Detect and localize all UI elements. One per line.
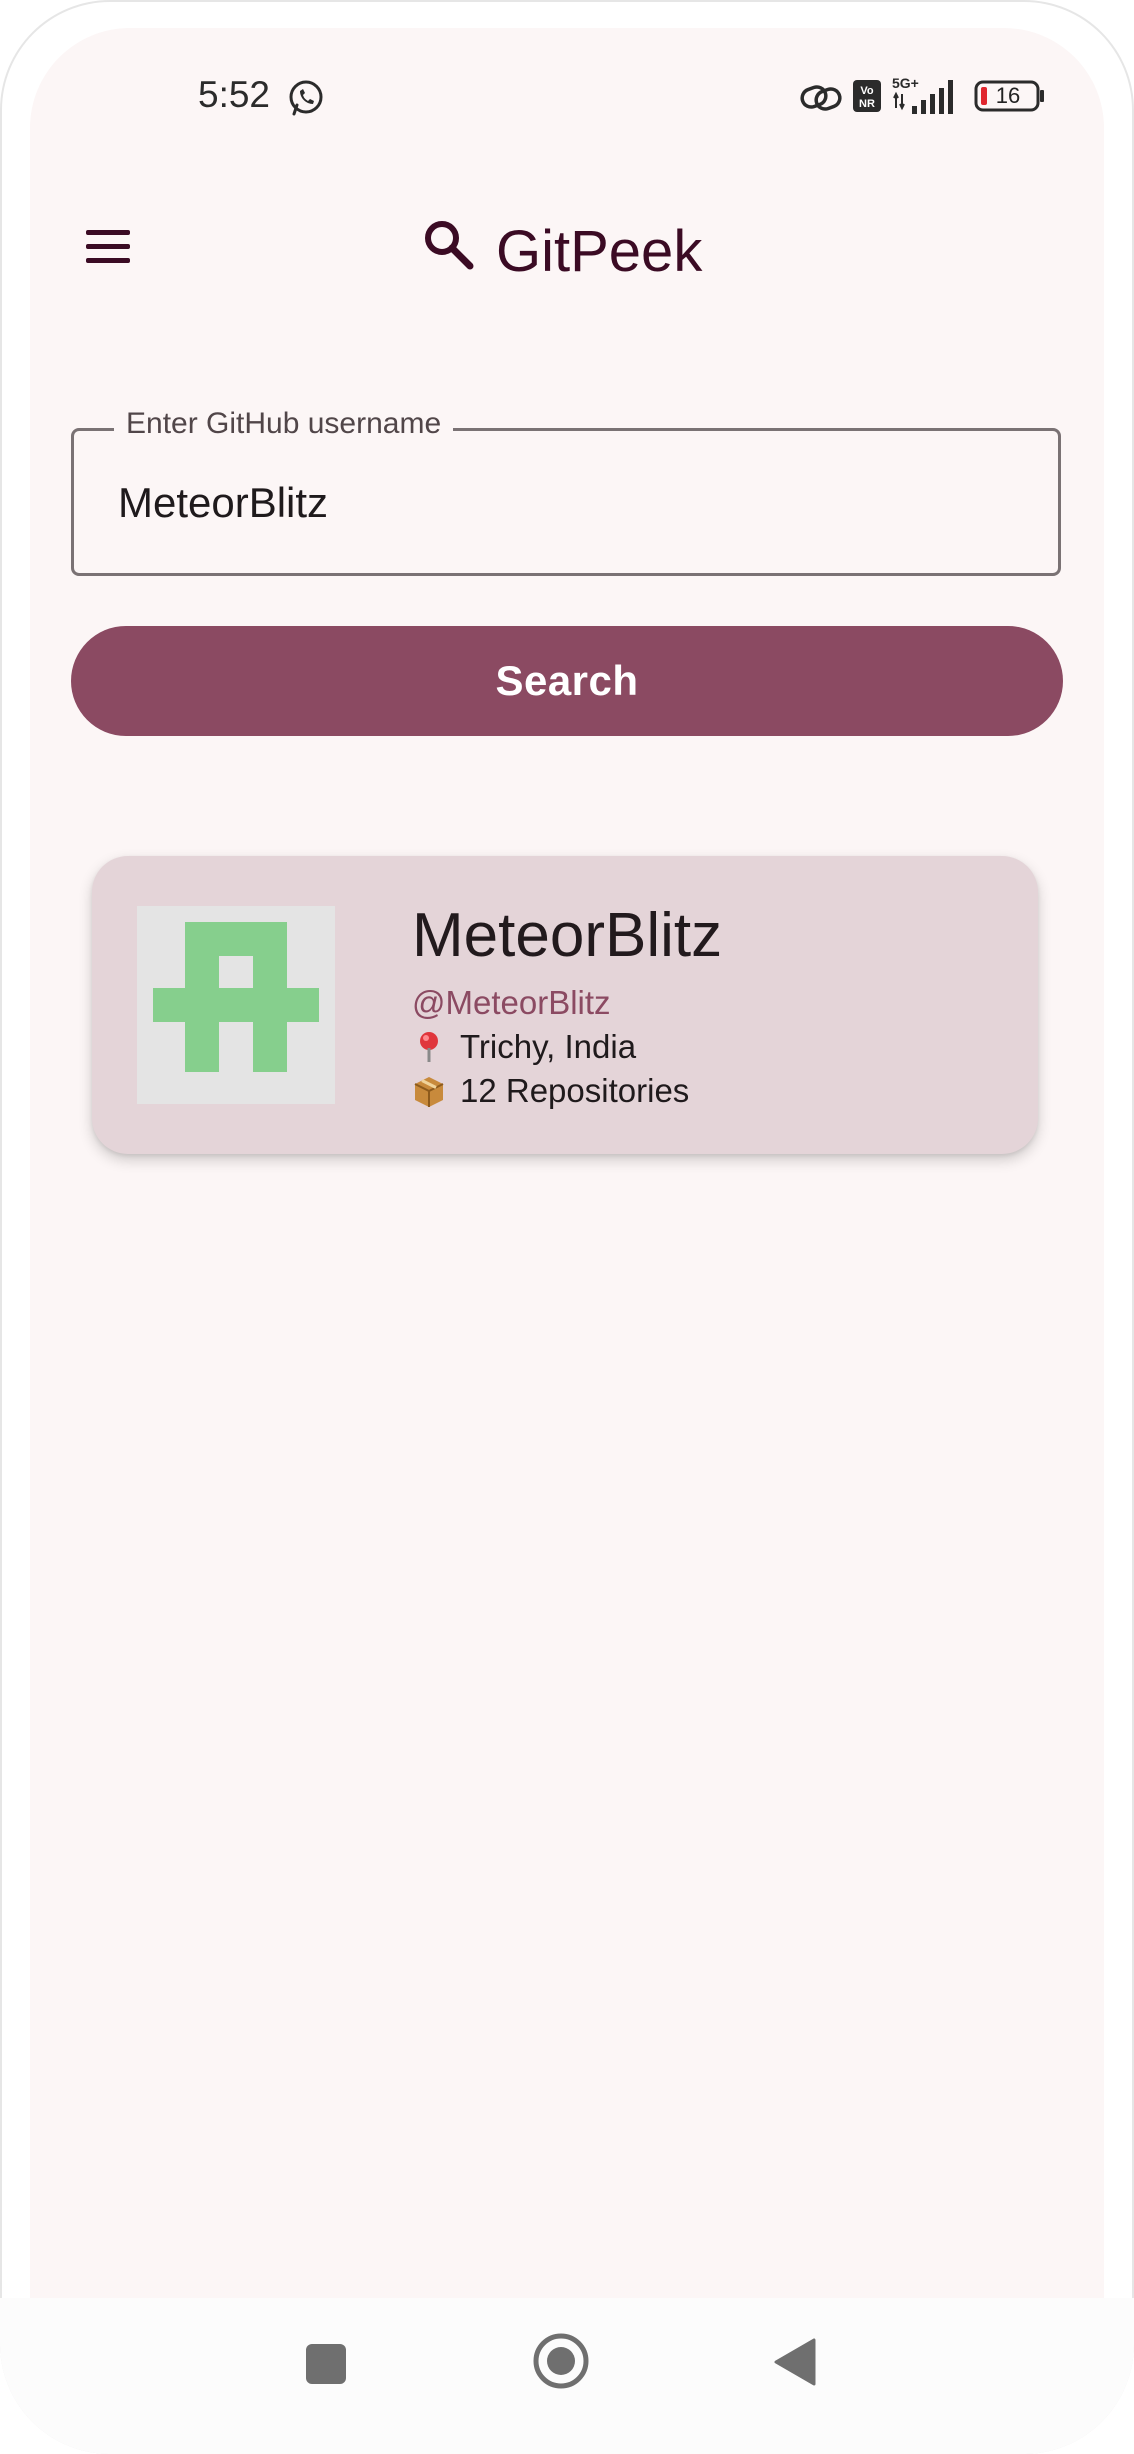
pin-icon [420,1032,438,1062]
back-triangle-icon[interactable] [772,2336,818,2388]
5g-signal-icon: 5G+ [892,75,953,114]
app-title: GitPeek [496,219,703,284]
svg-text:Vo: Vo [860,85,874,97]
link-icon [800,85,842,111]
search-button[interactable]: Search [71,626,1063,736]
user-handle: @MeteorBlitz [412,984,611,1021]
hamburger-menu-icon[interactable] [72,210,144,282]
user-result-card[interactable]: MeteorBlitz @MeteorBlitz Trichy, India 1… [92,856,1038,1154]
username-field[interactable]: Enter GitHub username [71,407,1061,576]
username-field-label: Enter GitHub username [114,407,454,441]
user-location-row: Trichy, India [412,1028,636,1066]
svg-text:5G+: 5G+ [892,75,919,91]
user-repos-row: 12 Repositories [412,1072,689,1110]
device-frame: 5:52 Vo NR 5G+ 16 GitPeek Enter GitHub u… [0,0,1134,2454]
status-bar: 5:52 Vo NR 5G+ 16 [30,28,1104,148]
search-icon [425,221,474,270]
user-repositories: 12 Repositories [460,1072,690,1109]
package-icon [414,1077,444,1107]
app-screen: 5:52 Vo NR 5G+ 16 GitPeek Enter GitHub u… [30,28,1104,2298]
recents-square-icon[interactable] [306,2344,346,2384]
user-avatar [137,906,335,1104]
battery-level: 16 [995,83,1021,108]
whatsapp-icon [289,80,323,116]
vonr-icon: Vo NR [853,80,881,112]
svg-text:NR: NR [859,98,875,110]
username-input[interactable] [118,479,1018,527]
user-display-name: MeteorBlitz [412,901,723,970]
app-bar: GitPeek [30,168,1104,318]
home-circle-icon[interactable] [532,2332,590,2390]
user-location: Trichy, India [460,1028,637,1065]
status-time: 5:52 [198,74,271,115]
system-nav-bar [0,2298,1134,2454]
